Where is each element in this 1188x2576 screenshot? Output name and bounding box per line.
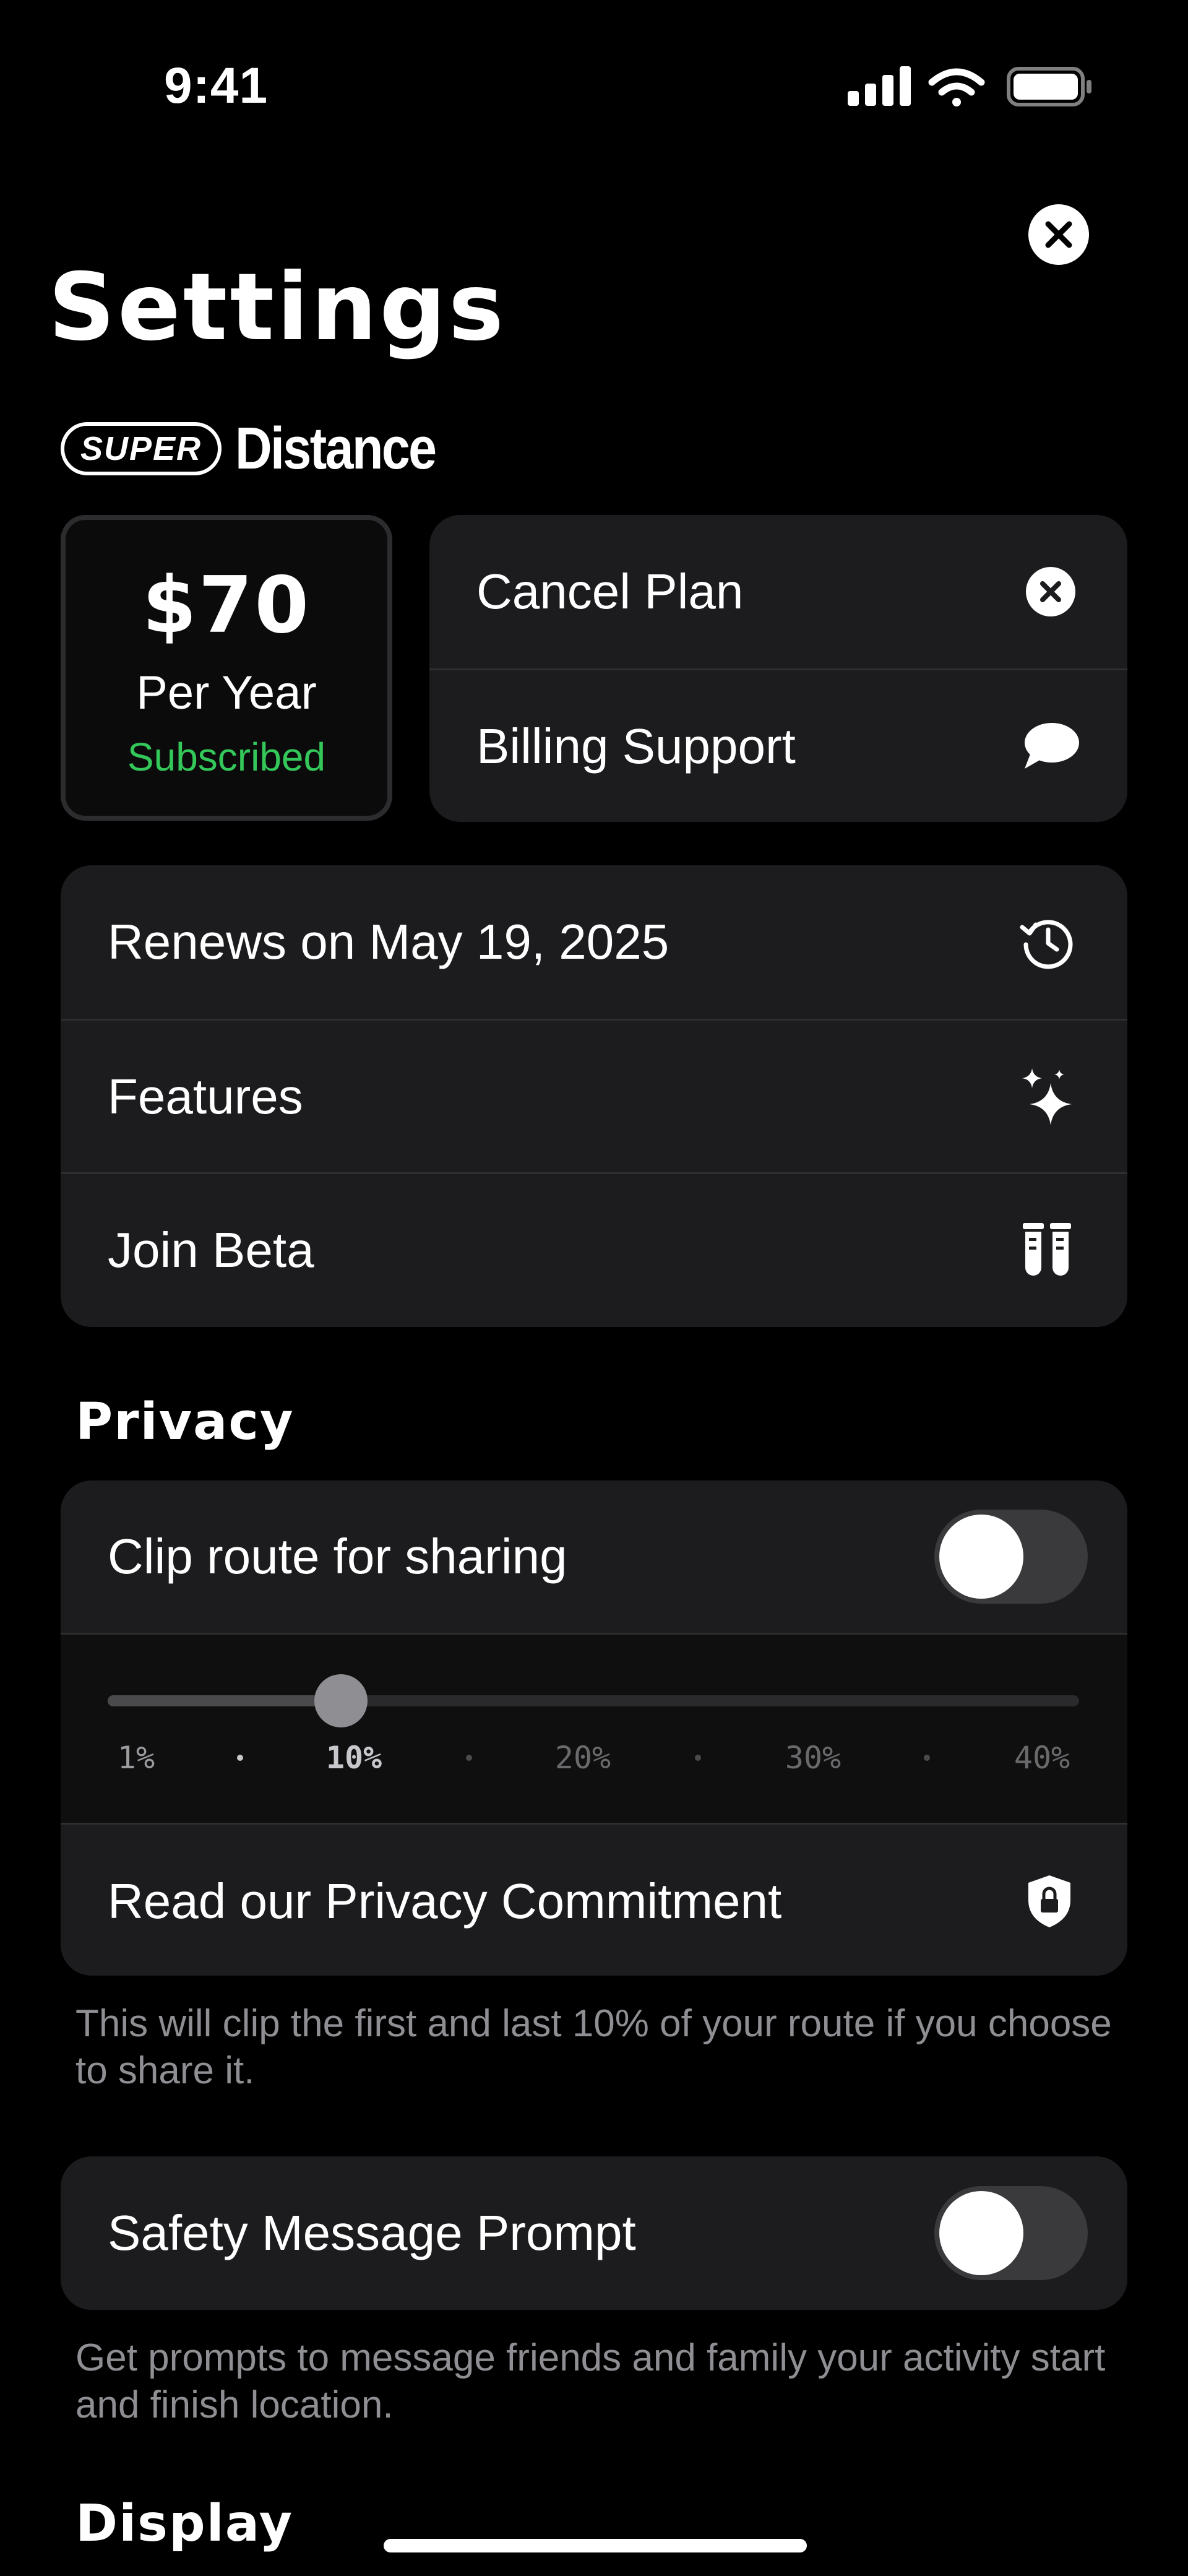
safety-message-toggle[interactable] xyxy=(934,2186,1088,2280)
renewal-row[interactable]: Renews on May 19, 2025 xyxy=(61,865,1127,1019)
slider-tick-dot xyxy=(237,1755,243,1761)
shield-lock-icon xyxy=(1018,1870,1080,1932)
privacy-commitment-row[interactable]: Read our Privacy Commitment xyxy=(61,1823,1127,1976)
slider-tick-dot xyxy=(695,1755,701,1761)
test-tubes-icon xyxy=(1016,1219,1078,1281)
sparkles-icon xyxy=(1016,1066,1078,1128)
plan-price: $70 xyxy=(142,560,311,650)
cancel-plan-button[interactable]: Cancel Plan xyxy=(429,515,1127,668)
slider-thumb[interactable] xyxy=(314,1674,368,1727)
brand-word: Distance xyxy=(235,415,437,482)
page-title: Settings xyxy=(48,254,507,361)
brand-pill: SUPER xyxy=(61,422,222,475)
x-circle-icon xyxy=(1020,561,1082,623)
plan-status: Subscribed xyxy=(127,735,326,779)
slider-tick-30: 30% xyxy=(785,1740,842,1776)
renewal-label: Renews on May 19, 2025 xyxy=(108,914,669,969)
clip-route-footnote: This will clip the first and last 10% of… xyxy=(75,2002,1112,2092)
slider-fill xyxy=(108,1695,341,1706)
safety-card: Safety Message Prompt xyxy=(61,2156,1127,2310)
toggle-knob xyxy=(939,1515,1023,1599)
privacy-section-title: Privacy xyxy=(75,1393,295,1451)
slider-tick-dot xyxy=(924,1755,930,1761)
safety-footnote: Get prompts to message friends and famil… xyxy=(75,2336,1106,2426)
plan-actions-card: Cancel Plan Billing Support xyxy=(429,515,1127,822)
history-icon xyxy=(1016,911,1078,973)
clip-route-row: Clip route for sharing xyxy=(61,1480,1127,1633)
slider-track[interactable] xyxy=(108,1674,1079,1727)
cellular-signal-icon xyxy=(848,66,911,106)
features-label: Features xyxy=(108,1068,303,1124)
plan-period: Per Year xyxy=(136,667,317,719)
join-beta-label: Join Beta xyxy=(108,1222,314,1277)
clip-route-label: Clip route for sharing xyxy=(108,1529,567,1584)
close-button[interactable] xyxy=(1028,204,1089,265)
display-section-title: Display xyxy=(75,2494,294,2553)
close-icon xyxy=(1045,221,1072,248)
features-row[interactable]: Features xyxy=(61,1019,1127,1172)
slider-tick-10: 10% xyxy=(325,1740,382,1776)
speech-bubble-icon xyxy=(1020,715,1082,777)
status-time: 9:41 xyxy=(164,58,269,114)
slider-tick-1: 1% xyxy=(117,1740,155,1776)
slider-tick-40: 40% xyxy=(1014,1740,1070,1776)
join-beta-row[interactable]: Join Beta xyxy=(61,1172,1127,1326)
billing-support-button[interactable]: Billing Support xyxy=(429,668,1127,822)
clip-percentage-slider[interactable]: 1% 10% 20% 30% 40% xyxy=(61,1633,1127,1823)
slider-tick-20: 20% xyxy=(554,1740,611,1776)
home-indicator xyxy=(384,2539,807,2552)
clip-route-toggle[interactable] xyxy=(934,1510,1088,1604)
billing-support-label: Billing Support xyxy=(476,718,796,774)
safety-message-row: Safety Message Prompt xyxy=(61,2156,1127,2310)
safety-message-label: Safety Message Prompt xyxy=(108,2205,636,2260)
subscription-card: Renews on May 19, 2025 Features Join Bet… xyxy=(61,865,1127,1327)
wifi-icon xyxy=(928,68,985,106)
plan-price-card: $70 Per Year Subscribed xyxy=(61,515,392,821)
status-icons xyxy=(848,66,1091,106)
cancel-plan-label: Cancel Plan xyxy=(476,564,744,619)
privacy-card: Clip route for sharing 1% 10% 20% 30% 40… xyxy=(61,1480,1127,1976)
toggle-knob xyxy=(939,2191,1023,2275)
battery-icon xyxy=(1007,67,1091,106)
privacy-commitment-label: Read our Privacy Commitment xyxy=(108,1873,782,1929)
brand-logo: SUPER Distance xyxy=(61,415,468,483)
slider-tick-dot xyxy=(466,1755,472,1761)
